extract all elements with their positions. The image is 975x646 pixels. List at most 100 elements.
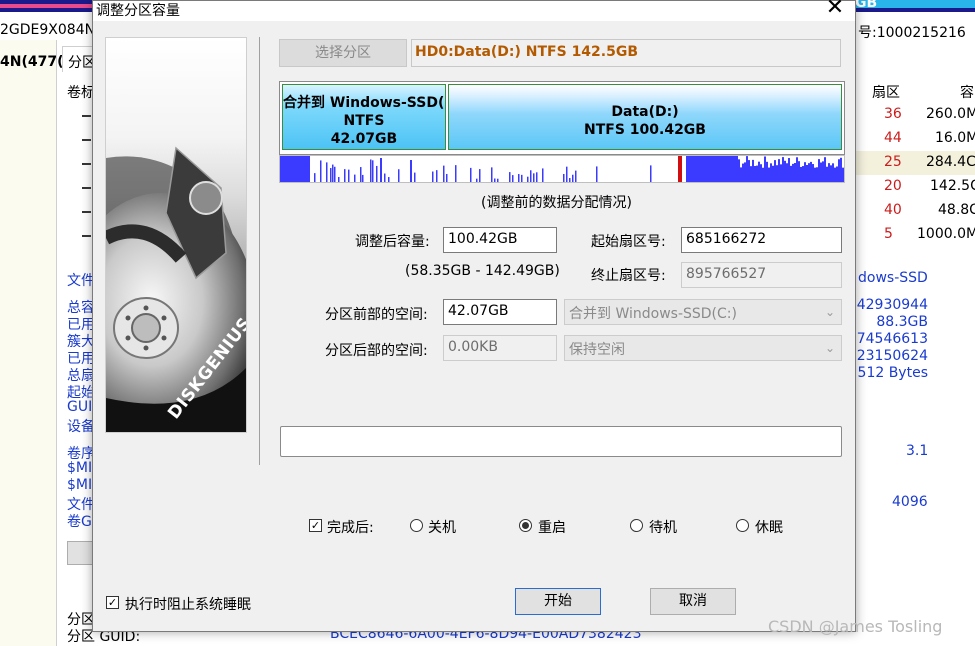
usage-mark — [764, 156, 766, 182]
prevent-sleep-checkbox[interactable]: ✓ — [106, 596, 119, 609]
background-col-header-sector: 扇区 — [872, 85, 900, 101]
usage-mark — [740, 167, 742, 182]
background-row-marker — [82, 139, 91, 141]
usage-mark — [752, 159, 754, 182]
space-before-action-select[interactable]: 合并到 Windows-SSD(C:) ⌄ — [564, 299, 842, 325]
dialog-title: 调整分区容量 — [96, 3, 180, 19]
partition-segment-merge-target[interactable]: 合并到 Windows-SSD(C NTFS 42.07GB — [282, 84, 446, 150]
background-serial: 号:1000215216 — [858, 25, 966, 41]
radio-hibernate[interactable] — [736, 519, 749, 532]
usage-mark — [748, 160, 750, 182]
end-sector-input[interactable]: 895766527 — [681, 262, 842, 288]
background-info-label: GUI — [67, 399, 93, 415]
usage-mark — [796, 157, 798, 182]
space-before-action-value: 合并到 Windows-SSD(C:) — [569, 306, 737, 322]
background-info-label: 文件 — [67, 273, 95, 289]
background-row-marker — [82, 235, 91, 237]
usage-mark — [792, 163, 794, 182]
space-before-input[interactable]: 42.07GB — [443, 299, 557, 325]
usage-mark — [384, 173, 386, 182]
radio-restart[interactable] — [519, 519, 532, 532]
background-info-value: 42930944 — [856, 297, 928, 313]
usage-mark — [782, 157, 784, 182]
background-info-label: 设备 — [67, 419, 95, 435]
usage-mark — [334, 166, 336, 182]
space-after-input[interactable]: 0.00KB — [443, 335, 557, 361]
background-info-label: 卷G — [67, 514, 92, 530]
resized-capacity-input[interactable]: 100.42GB — [443, 227, 557, 253]
usage-mark — [354, 174, 356, 182]
partition-map[interactable]: 合并到 Windows-SSD(C NTFS 42.07GB Data(D:) … — [279, 81, 845, 155]
usage-mark — [768, 167, 770, 182]
background-capacity-cell: 16.0M — [935, 130, 975, 146]
usage-mark — [840, 157, 842, 182]
usage-mark — [536, 172, 538, 182]
usage-mark — [824, 157, 826, 182]
background-info-value: 88.3GB — [876, 314, 928, 330]
select-partition-button[interactable]: 选择分区 — [279, 39, 407, 67]
usage-mark — [326, 162, 328, 182]
close-icon[interactable]: ✕ — [824, 0, 846, 19]
start-sector-input[interactable]: 685166272 — [681, 227, 842, 253]
usage-mark — [826, 166, 828, 182]
resized-capacity-label: 调整后容量: — [355, 234, 430, 250]
start-button[interactable]: 开始 — [515, 588, 601, 615]
usage-mark — [410, 160, 412, 182]
usage-mark — [802, 166, 804, 182]
usage-mark — [836, 166, 838, 182]
background-row-marker — [82, 115, 91, 117]
background-disk-node[interactable]: 4N(477( — [0, 54, 63, 70]
usage-mark — [563, 173, 565, 182]
background-capacity-cell: 284.4C — [926, 154, 975, 170]
usage-mark — [686, 156, 738, 182]
usage-mark — [816, 167, 818, 182]
usage-mark — [788, 158, 790, 182]
diskgenius-logo-image: DISKGENIUS — [105, 37, 247, 433]
usage-mark — [575, 170, 577, 182]
usage-mark — [542, 168, 544, 182]
background-button[interactable] — [67, 541, 93, 565]
hard-drive-illustration: DISKGENIUS — [106, 146, 246, 432]
radio-shutdown[interactable] — [410, 519, 423, 532]
usage-mark — [455, 165, 457, 182]
capacity-range: (58.35GB - 142.49GB) — [405, 263, 560, 279]
progress-bar — [280, 426, 842, 457]
usage-mark — [776, 165, 778, 182]
usage-mark — [360, 167, 362, 182]
usage-mark — [596, 166, 598, 182]
cancel-button[interactable]: 取消 — [650, 588, 736, 615]
usage-mark — [810, 161, 812, 182]
vertical-divider — [259, 37, 260, 465]
usage-mark — [443, 165, 445, 182]
usage-mark — [372, 160, 374, 182]
radio-standby[interactable] — [630, 519, 643, 532]
usage-mark — [838, 159, 840, 182]
watermark: CSDN @James Tosling — [768, 617, 943, 636]
usage-mark — [414, 172, 416, 182]
data-distribution-bar — [279, 155, 845, 183]
segment-label: 合并到 Windows-SSD(C — [283, 95, 445, 111]
usage-mark — [834, 167, 836, 182]
usage-mark — [332, 164, 334, 182]
usage-mark — [521, 174, 523, 182]
prevent-sleep-label: 执行时阻止系统睡眠 — [125, 597, 251, 613]
usage-mark — [398, 169, 400, 182]
disk-info-field: HD0:Data(D:) NTFS 142.5GB — [411, 39, 841, 67]
usage-mark — [778, 159, 780, 182]
background-disk-tree — [0, 40, 57, 646]
partition-segment-data[interactable]: Data(D:) NTFS 100.42GB — [448, 84, 842, 150]
resize-partition-dialog: 调整分区容量 ✕ DISKGENIUS 选择分区 HD0:Data(D:) NT… — [92, 0, 856, 632]
usage-mark — [830, 165, 832, 182]
background-col-header-capacity: 容 — [960, 85, 974, 101]
after-completion-checkbox[interactable]: ✓ — [309, 519, 322, 532]
usage-mark — [738, 159, 740, 182]
usage-mark — [770, 163, 772, 182]
space-after-action-select[interactable]: 保持空闲 ⌄ — [564, 335, 842, 361]
dialog-titlebar — [93, 1, 855, 21]
usage-mark — [509, 172, 511, 182]
background-top-right-partial: GB — [855, 0, 878, 11]
usage-mark — [746, 156, 748, 182]
background-info-value: 4096 — [892, 494, 928, 510]
usage-mark — [678, 156, 682, 182]
usage-mark — [794, 162, 796, 182]
